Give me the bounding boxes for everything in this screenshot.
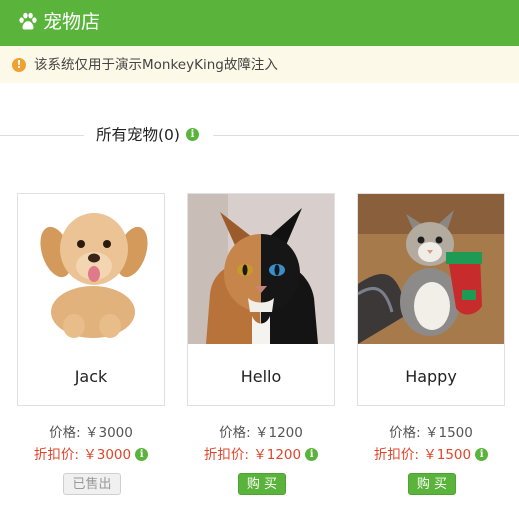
price-label: 价格: ￥1500 (389, 425, 473, 441)
pet-name: Happy (405, 367, 457, 386)
discount-price: 折扣价: ￥3000 i (16, 443, 166, 463)
notice-text: 该系统仅用于演示MonkeyKing故障注入 (34, 57, 278, 73)
section-divider-left (0, 135, 84, 136)
pet-card-happy[interactable]: Happy (357, 193, 505, 406)
pet-name: Jack (74, 367, 108, 386)
pet-card-hello[interactable]: Hello (187, 193, 335, 406)
sold-out-button[interactable]: 已售出 (63, 473, 121, 495)
pet-photo (18, 194, 164, 344)
info-icon[interactable]: i (185, 128, 199, 141)
pet-photo (358, 194, 504, 344)
section-heading: 所有宠物(0) i (96, 124, 199, 146)
section-divider-right (213, 135, 519, 136)
section-title: 所有宠物(0) (96, 126, 180, 144)
discount-price-label: 折扣价: ￥1500 (373, 447, 472, 463)
discount-price: 折扣价: ￥1500 i (356, 443, 506, 463)
notice-bar: ! 该系统仅用于演示MonkeyKing故障注入 (0, 46, 519, 83)
discount-price: 折扣价: ￥1200 i (186, 443, 336, 463)
info-icon[interactable]: i (135, 447, 149, 461)
pet-photo (188, 194, 334, 344)
app-title[interactable]: 宠物店 (43, 9, 100, 35)
top-bar: 宠物店 (0, 0, 519, 46)
price-label: 价格: ￥3000 (49, 425, 133, 441)
price-label: 价格: ￥1200 (219, 425, 303, 441)
pet-card-jack[interactable]: Jack (17, 193, 165, 406)
buy-button[interactable]: 购 买 (238, 473, 286, 495)
pet-name: Hello (240, 367, 282, 386)
discount-price-label: 折扣价: ￥1200 (203, 447, 302, 463)
discount-price-label: 折扣价: ￥3000 (33, 447, 132, 463)
buy-button[interactable]: 购 买 (408, 473, 456, 495)
paw-icon (19, 12, 37, 30)
cat-image (358, 194, 504, 344)
info-icon[interactable]: i (475, 447, 489, 461)
info-icon[interactable]: i (305, 447, 319, 461)
exclamation-icon: ! (12, 58, 26, 72)
puppy-image (18, 194, 164, 344)
cat-image (188, 194, 334, 344)
